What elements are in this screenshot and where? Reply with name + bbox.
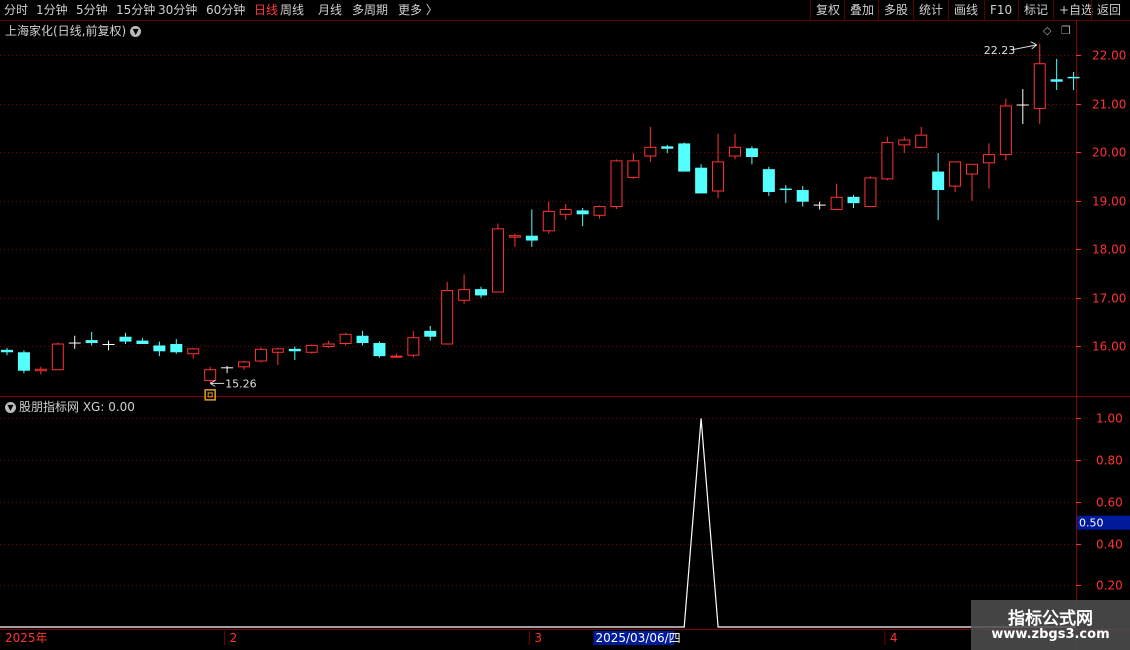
candle-body-12	[204, 369, 217, 381]
candle-body-16	[271, 348, 284, 353]
sub-tick-label-2: 0.60	[1096, 496, 1123, 510]
candle-body-42	[712, 161, 725, 192]
sub-tick-label-0: 0.20	[1096, 579, 1123, 593]
main-title-text: 上海家化(日线,前复权)	[5, 24, 127, 38]
date-label-1: 2	[230, 631, 238, 645]
candle-body-15	[254, 348, 267, 362]
sub-tick-label-3: 0.80	[1096, 454, 1123, 468]
candle-body-20	[339, 333, 352, 345]
main-tick-label-5: 21.00	[1092, 98, 1126, 112]
watermark: 指标公式网 www.zbgs3.com	[971, 600, 1130, 650]
candle-body-44	[745, 148, 758, 157]
candle-body-33	[559, 208, 572, 215]
candle-body-10	[170, 344, 183, 353]
candle-body-13	[221, 367, 234, 369]
main-tick-label-2: 18.00	[1092, 243, 1126, 257]
candle-body-47	[796, 190, 809, 202]
candle-body-23	[390, 355, 403, 358]
chevron-down-icon[interactable]: ▼	[5, 402, 16, 413]
main-tick-label-6: 22.00	[1092, 49, 1126, 63]
date-highlight-label: 2025/03/06/四	[595, 631, 680, 645]
high-price-label: 22.23	[984, 44, 1016, 57]
main-tick-label-4: 20.00	[1092, 146, 1126, 160]
candle-body-53	[898, 139, 911, 146]
candle-body-32	[542, 210, 555, 232]
chart-area[interactable]: 16.0017.0018.0019.0020.0021.0022.000.200…	[0, 0, 1130, 650]
candle-body-52	[881, 141, 894, 180]
candle-body-59	[999, 105, 1012, 156]
candle-body-58	[982, 154, 995, 164]
date-label-0: 2025年	[5, 631, 48, 645]
candle-body-11	[187, 348, 200, 355]
candle-body-26	[441, 290, 454, 345]
candle-body-37	[627, 160, 640, 178]
candle-body-56	[949, 161, 962, 187]
restore-icon[interactable]: ❐	[1061, 24, 1071, 37]
candle-body-31	[525, 235, 538, 241]
main-tick-label-0: 16.00	[1092, 340, 1126, 354]
candle-body-49	[830, 196, 843, 210]
candle-body-2	[34, 368, 47, 372]
candle-body-34	[576, 210, 589, 215]
candle-body-55	[932, 171, 945, 191]
candle-body-50	[847, 196, 860, 204]
candle-body-14	[238, 361, 251, 368]
xg-line	[0, 418, 1076, 628]
date-label-2: 3	[534, 631, 542, 645]
candle-body-18	[305, 344, 318, 353]
diamond-icon[interactable]: ◇	[1043, 24, 1051, 37]
candle-body-28	[475, 289, 488, 296]
candle-body-27	[458, 289, 471, 301]
candle-body-43	[728, 146, 741, 157]
candle-body-60	[1016, 104, 1029, 106]
low-price-label: 15.26	[225, 377, 257, 390]
sub-tick-label-1: 0.40	[1096, 538, 1123, 552]
candle-body-48	[813, 204, 826, 206]
candle-body-25	[424, 330, 437, 337]
sub-tick-label-4: 1.00	[1096, 412, 1123, 426]
candle-body-1	[17, 352, 30, 371]
candle-body-8	[136, 340, 149, 344]
sub-panel-title: ▼ 股朋指标网 XG: 0.00	[5, 398, 135, 415]
candle-body-54	[915, 134, 928, 148]
candle-body-57	[966, 163, 979, 175]
candle-body-40	[678, 143, 691, 172]
cursor-value-label: 0.50	[1079, 517, 1104, 530]
candle-body-21	[356, 335, 369, 344]
candle-body-3	[51, 343, 64, 371]
candle-body-35	[593, 206, 606, 216]
candle-body-36	[610, 160, 623, 208]
candle-body-0	[1, 349, 13, 353]
candle-body-46	[779, 188, 792, 191]
candle-body-22	[373, 343, 386, 357]
candle-body-39	[661, 146, 674, 149]
candle-body-51	[864, 177, 877, 208]
candle-body-7	[119, 336, 132, 342]
candle-body-5	[85, 340, 98, 344]
candle-body-41	[695, 167, 708, 194]
candle-body-29	[491, 228, 504, 293]
candle-body-4	[68, 342, 81, 344]
candle-body-17	[288, 348, 301, 352]
watermark-title: 指标公式网	[1008, 609, 1093, 629]
candle-body-30	[508, 235, 521, 238]
candle-body-6	[102, 344, 115, 345]
main-tick-label-1: 17.00	[1092, 292, 1126, 306]
main-tick-label-3: 19.00	[1092, 195, 1126, 209]
main-panel-title: 上海家化(日线,前复权) ▼	[5, 22, 142, 39]
watermark-url: www.zbgs3.com	[991, 627, 1110, 642]
date-label-3: 4	[890, 631, 898, 645]
candle-body-9	[153, 345, 166, 352]
candle-body-19	[322, 343, 335, 347]
candle-body-62	[1050, 79, 1063, 82]
candle-body-38	[644, 146, 657, 157]
candle-body-45	[762, 169, 775, 192]
candle-body-63	[1067, 76, 1080, 79]
candle-body-24	[407, 337, 420, 356]
candle-body-61	[1033, 63, 1046, 109]
sub-title-text: 股朋指标网 XG: 0.00	[19, 400, 135, 414]
chevron-down-icon[interactable]: ▼	[130, 26, 142, 37]
signal-marker-outer	[204, 389, 216, 401]
